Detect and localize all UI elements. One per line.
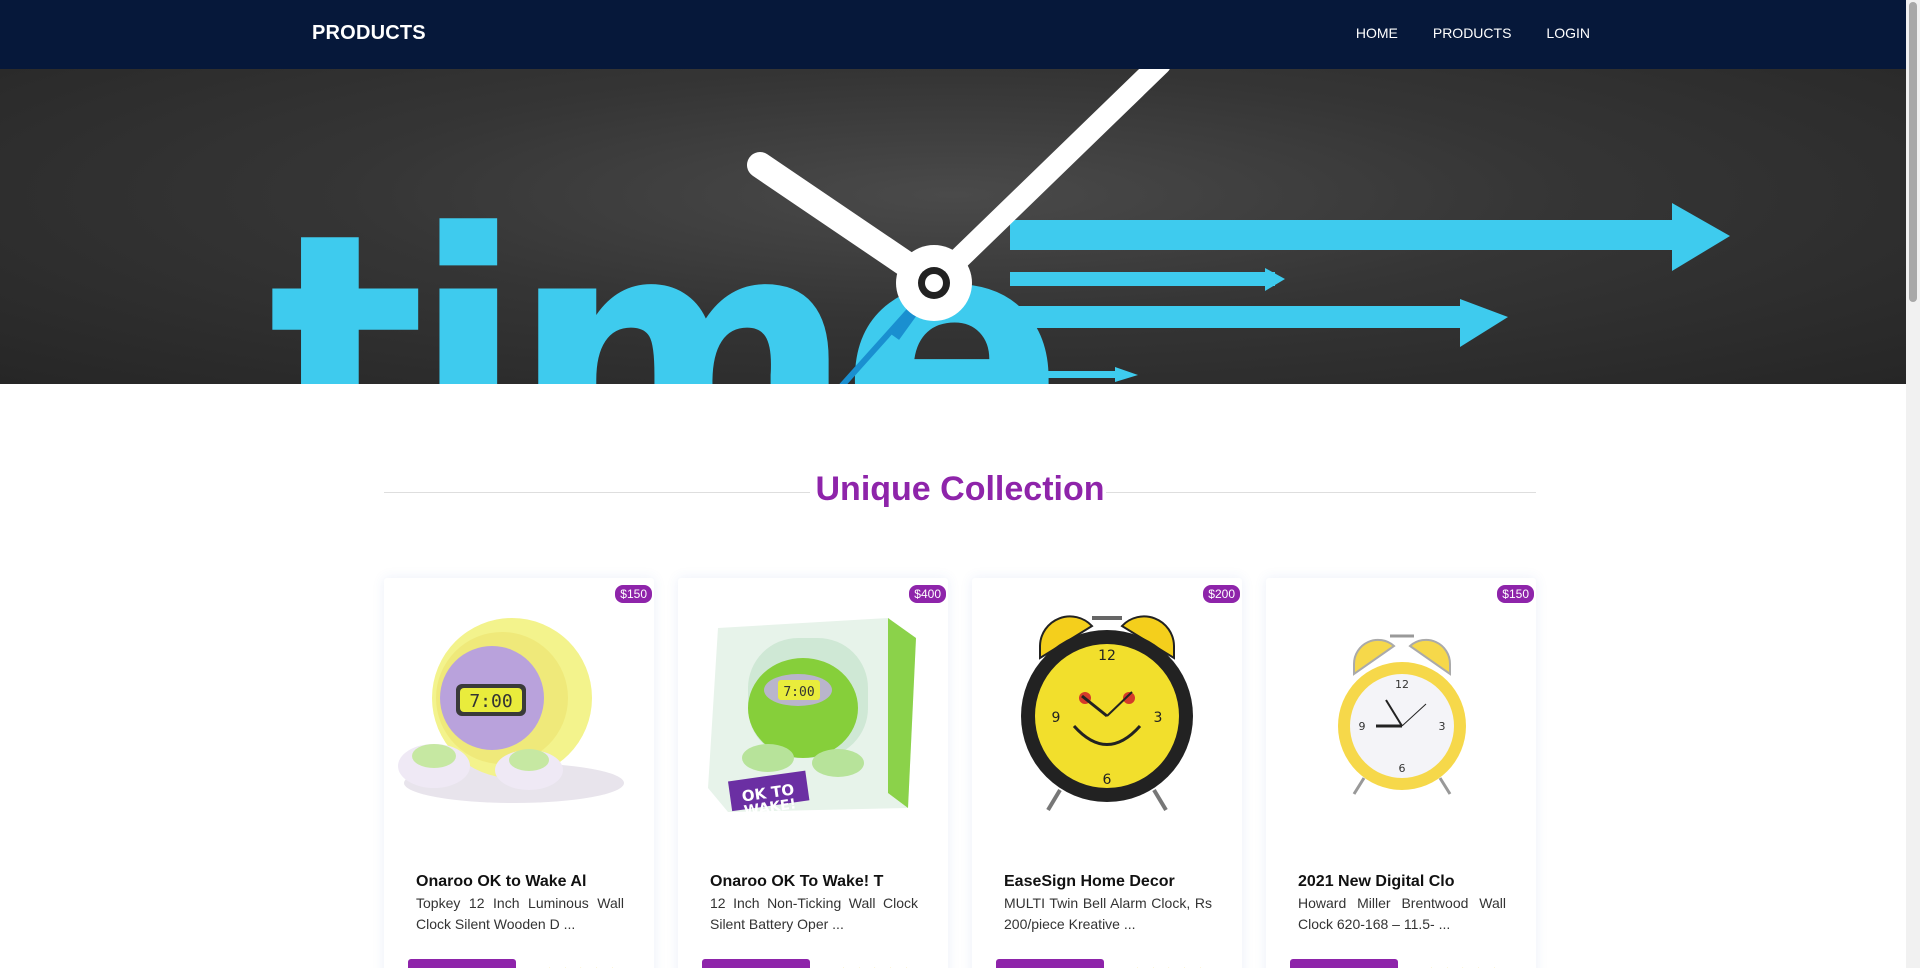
- top-navbar: PRODUCTS HOME PRODUCTS LOGIN: [0, 0, 1920, 69]
- nav-link-login[interactable]: LOGIN: [1546, 25, 1590, 41]
- svg-text:6: 6: [1399, 762, 1406, 775]
- svg-text:6: 6: [1103, 772, 1112, 788]
- svg-text:3: 3: [1154, 710, 1163, 726]
- product-description: 12 Inch Non-Ticking Wall Clock Silent Ba…: [710, 895, 918, 932]
- product-description: Topkey 12 Inch Luminous Wall Clock Silen…: [416, 895, 624, 932]
- svg-text:12: 12: [1098, 648, 1116, 664]
- page: PRODUCTS HOME PRODUCTS LOGIN time Unique…: [0, 0, 1920, 968]
- nav-link-home[interactable]: HOME: [1356, 25, 1398, 41]
- svg-text:9: 9: [1359, 720, 1366, 733]
- product-grid: $150 7:00 Onaroo OK to Wake Al Topkey 12…: [384, 578, 1536, 968]
- scrollbar-thumb[interactable]: [1909, 2, 1917, 302]
- product-card[interactable]: $150 12 3 6 9 2021 New Digital Clo Howar…: [1266, 578, 1536, 968]
- hero-banner: time: [0, 69, 1906, 384]
- nav-links: HOME PRODUCTS LOGIN: [1356, 25, 1590, 41]
- product-title[interactable]: Onaroo OK To Wake! T: [710, 873, 925, 891]
- nav-link-products[interactable]: PRODUCTS: [1433, 25, 1512, 41]
- svg-text:7:00: 7:00: [783, 685, 814, 700]
- hero-arrows: [1010, 203, 1730, 382]
- product-card[interactable]: $400 7:00 OK TO WAKE! Onaroo OK To Wake!…: [678, 578, 948, 968]
- section-title: Unique Collection: [815, 470, 1105, 508]
- section-header: Unique Collection: [384, 468, 1536, 516]
- navbar-brand[interactable]: PRODUCTS: [312, 22, 426, 45]
- product-image-onaroo-boxed-clock[interactable]: 7:00 OK TO WAKE!: [688, 598, 938, 818]
- product-image-smiley-alarm-clock[interactable]: 12 3 6 9: [982, 598, 1232, 818]
- product-action-button[interactable]: [996, 959, 1104, 968]
- product-description: Howard Miller Brentwood Wall Clock 620-1…: [1298, 895, 1506, 932]
- section-divider-right: [1106, 492, 1536, 493]
- product-card[interactable]: $200 12 3 6 9 EaseSign Home Decor MULTI …: [972, 578, 1242, 968]
- svg-text:9: 9: [1052, 710, 1061, 726]
- product-action-button[interactable]: [408, 959, 516, 968]
- product-title[interactable]: Onaroo OK to Wake Al: [416, 873, 631, 891]
- product-action-button[interactable]: [1290, 959, 1398, 968]
- hero-time-graphic: time: [268, 69, 1730, 384]
- product-image-yellow-twin-bell-clock[interactable]: 12 3 6 9: [1276, 598, 1526, 818]
- svg-text:12: 12: [1395, 678, 1409, 691]
- svg-text:3: 3: [1439, 720, 1446, 733]
- product-action-button[interactable]: [702, 959, 810, 968]
- product-card[interactable]: $150 7:00 Onaroo OK to Wake Al Topkey 12…: [384, 578, 654, 968]
- product-title[interactable]: EaseSign Home Decor: [1004, 873, 1219, 891]
- page-scrollbar[interactable]: [1906, 0, 1920, 968]
- product-description: MULTI Twin Bell Alarm Clock, Rs 200/piec…: [1004, 895, 1212, 932]
- svg-text:7:00: 7:00: [469, 691, 512, 712]
- product-title[interactable]: 2021 New Digital Clo: [1298, 873, 1513, 891]
- product-image-onaroo-globe-clock[interactable]: 7:00: [394, 598, 644, 818]
